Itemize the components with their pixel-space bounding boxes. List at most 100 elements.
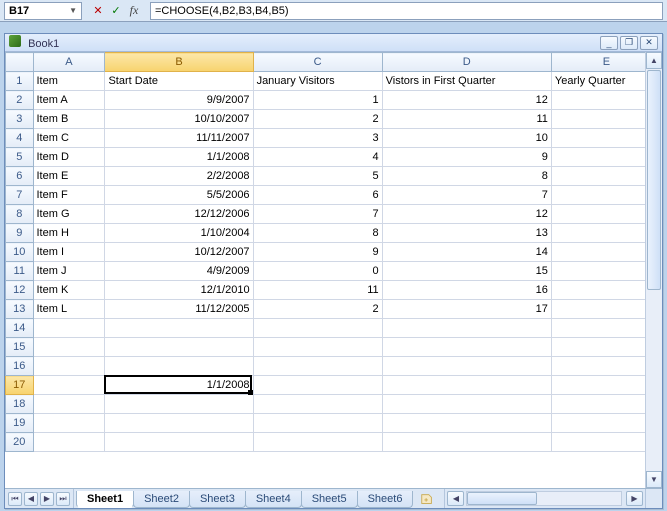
cell-D16[interactable] — [382, 357, 551, 376]
cell-A10[interactable]: Item I — [33, 243, 105, 262]
row-header-7[interactable]: 7 — [6, 186, 34, 205]
cell-B7[interactable]: 5/5/2006 — [105, 186, 253, 205]
cell-A15[interactable] — [33, 338, 105, 357]
cell-B13[interactable]: 11/12/2005 — [105, 300, 253, 319]
cell-C15[interactable] — [253, 338, 382, 357]
cell-D9[interactable]: 13 — [382, 224, 551, 243]
cell-D19[interactable] — [382, 414, 551, 433]
cell-D14[interactable] — [382, 319, 551, 338]
cell-C3[interactable]: 2 — [253, 110, 382, 129]
cell-B15[interactable] — [105, 338, 253, 357]
cell-A16[interactable] — [33, 357, 105, 376]
cell-A11[interactable]: Item J — [33, 262, 105, 281]
cell-A2[interactable]: Item A — [33, 91, 105, 110]
cell-C5[interactable]: 4 — [253, 148, 382, 167]
sheet-tab-sheet1[interactable]: Sheet1 — [76, 491, 134, 508]
cell-D3[interactable]: 11 — [382, 110, 551, 129]
col-header-B[interactable]: B — [105, 53, 253, 72]
cell-D15[interactable] — [382, 338, 551, 357]
row-header-15[interactable]: 15 — [6, 338, 34, 357]
scroll-down-button[interactable]: ▼ — [646, 471, 662, 488]
cell-C12[interactable]: 11 — [253, 281, 382, 300]
cell-B9[interactable]: 1/10/2004 — [105, 224, 253, 243]
cell-A18[interactable] — [33, 395, 105, 414]
cell-B2[interactable]: 9/9/2007 — [105, 91, 253, 110]
cell-C6[interactable]: 5 — [253, 167, 382, 186]
cell-D17[interactable] — [382, 376, 551, 395]
cancel-icon[interactable]: ✕ — [90, 3, 106, 19]
row-header-12[interactable]: 12 — [6, 281, 34, 300]
cell-B16[interactable] — [105, 357, 253, 376]
cell-B6[interactable]: 2/2/2008 — [105, 167, 253, 186]
cell-D18[interactable] — [382, 395, 551, 414]
cell-D1[interactable]: Vistors in First Quarter — [382, 72, 551, 91]
cell-A8[interactable]: Item G — [33, 205, 105, 224]
cell-C19[interactable] — [253, 414, 382, 433]
cell-B8[interactable]: 12/12/2006 — [105, 205, 253, 224]
horizontal-scrollbar[interactable]: ◀ ▶ — [444, 489, 645, 508]
row-header-20[interactable]: 20 — [6, 433, 34, 452]
formula-input[interactable]: =CHOOSE(4,B2,B3,B4,B5) — [150, 2, 663, 20]
cell-A4[interactable]: Item C — [33, 129, 105, 148]
col-header-C[interactable]: C — [253, 53, 382, 72]
cell-C10[interactable]: 9 — [253, 243, 382, 262]
restore-button[interactable]: ❐ — [620, 36, 638, 50]
cell-A13[interactable]: Item L — [33, 300, 105, 319]
sheet-tab-sheet3[interactable]: Sheet3 — [189, 491, 246, 508]
cell-C17[interactable] — [253, 376, 382, 395]
cell-D20[interactable] — [382, 433, 551, 452]
horizontal-scroll-track[interactable] — [466, 491, 622, 506]
tab-next-button[interactable]: ▶ — [40, 492, 54, 506]
cell-A1[interactable]: Item — [33, 72, 105, 91]
sheet-tab-sheet6[interactable]: Sheet6 — [357, 491, 414, 508]
cell-A7[interactable]: Item F — [33, 186, 105, 205]
select-all-corner[interactable] — [6, 53, 34, 72]
name-box-dropdown-icon[interactable]: ▼ — [69, 6, 77, 15]
name-box[interactable]: B17 ▼ — [4, 2, 82, 20]
cell-C9[interactable]: 8 — [253, 224, 382, 243]
cell-A6[interactable]: Item E — [33, 167, 105, 186]
cell-A9[interactable]: Item H — [33, 224, 105, 243]
cell-D13[interactable]: 17 — [382, 300, 551, 319]
row-header-5[interactable]: 5 — [6, 148, 34, 167]
row-header-3[interactable]: 3 — [6, 110, 34, 129]
cell-D11[interactable]: 15 — [382, 262, 551, 281]
cell-B18[interactable] — [105, 395, 253, 414]
new-sheet-button[interactable] — [416, 489, 438, 508]
row-header-16[interactable]: 16 — [6, 357, 34, 376]
tab-first-button[interactable]: ⏮ — [8, 492, 22, 506]
cell-B14[interactable] — [105, 319, 253, 338]
close-button[interactable]: ✕ — [640, 36, 658, 50]
cell-D12[interactable]: 16 — [382, 281, 551, 300]
cell-B12[interactable]: 12/1/2010 — [105, 281, 253, 300]
cell-B17[interactable]: 1/1/2008 — [105, 376, 253, 395]
vertical-scroll-thumb[interactable] — [647, 70, 661, 290]
col-header-D[interactable]: D — [382, 53, 551, 72]
accept-icon[interactable]: ✓ — [108, 3, 124, 19]
scroll-right-button[interactable]: ▶ — [626, 491, 643, 506]
spreadsheet-grid[interactable]: ABCDE1ItemStart DateJanuary VisitorsVist… — [5, 52, 662, 452]
row-header-9[interactable]: 9 — [6, 224, 34, 243]
col-header-A[interactable]: A — [33, 53, 105, 72]
cell-D5[interactable]: 9 — [382, 148, 551, 167]
cell-C14[interactable] — [253, 319, 382, 338]
cell-B10[interactable]: 10/12/2007 — [105, 243, 253, 262]
row-header-8[interactable]: 8 — [6, 205, 34, 224]
sheet-tab-sheet4[interactable]: Sheet4 — [245, 491, 302, 508]
cell-A3[interactable]: Item B — [33, 110, 105, 129]
row-header-4[interactable]: 4 — [6, 129, 34, 148]
workbook-titlebar[interactable]: Book1 _ ❐ ✕ — [5, 34, 662, 52]
cell-A20[interactable] — [33, 433, 105, 452]
cell-C20[interactable] — [253, 433, 382, 452]
cell-D2[interactable]: 12 — [382, 91, 551, 110]
row-header-18[interactable]: 18 — [6, 395, 34, 414]
row-header-10[interactable]: 10 — [6, 243, 34, 262]
cell-C18[interactable] — [253, 395, 382, 414]
cell-D6[interactable]: 8 — [382, 167, 551, 186]
row-header-14[interactable]: 14 — [6, 319, 34, 338]
row-header-17[interactable]: 17 — [6, 376, 34, 395]
fx-icon[interactable]: fx — [126, 3, 142, 19]
sheet-tab-sheet5[interactable]: Sheet5 — [301, 491, 358, 508]
cell-B4[interactable]: 11/11/2007 — [105, 129, 253, 148]
cell-C1[interactable]: January Visitors — [253, 72, 382, 91]
